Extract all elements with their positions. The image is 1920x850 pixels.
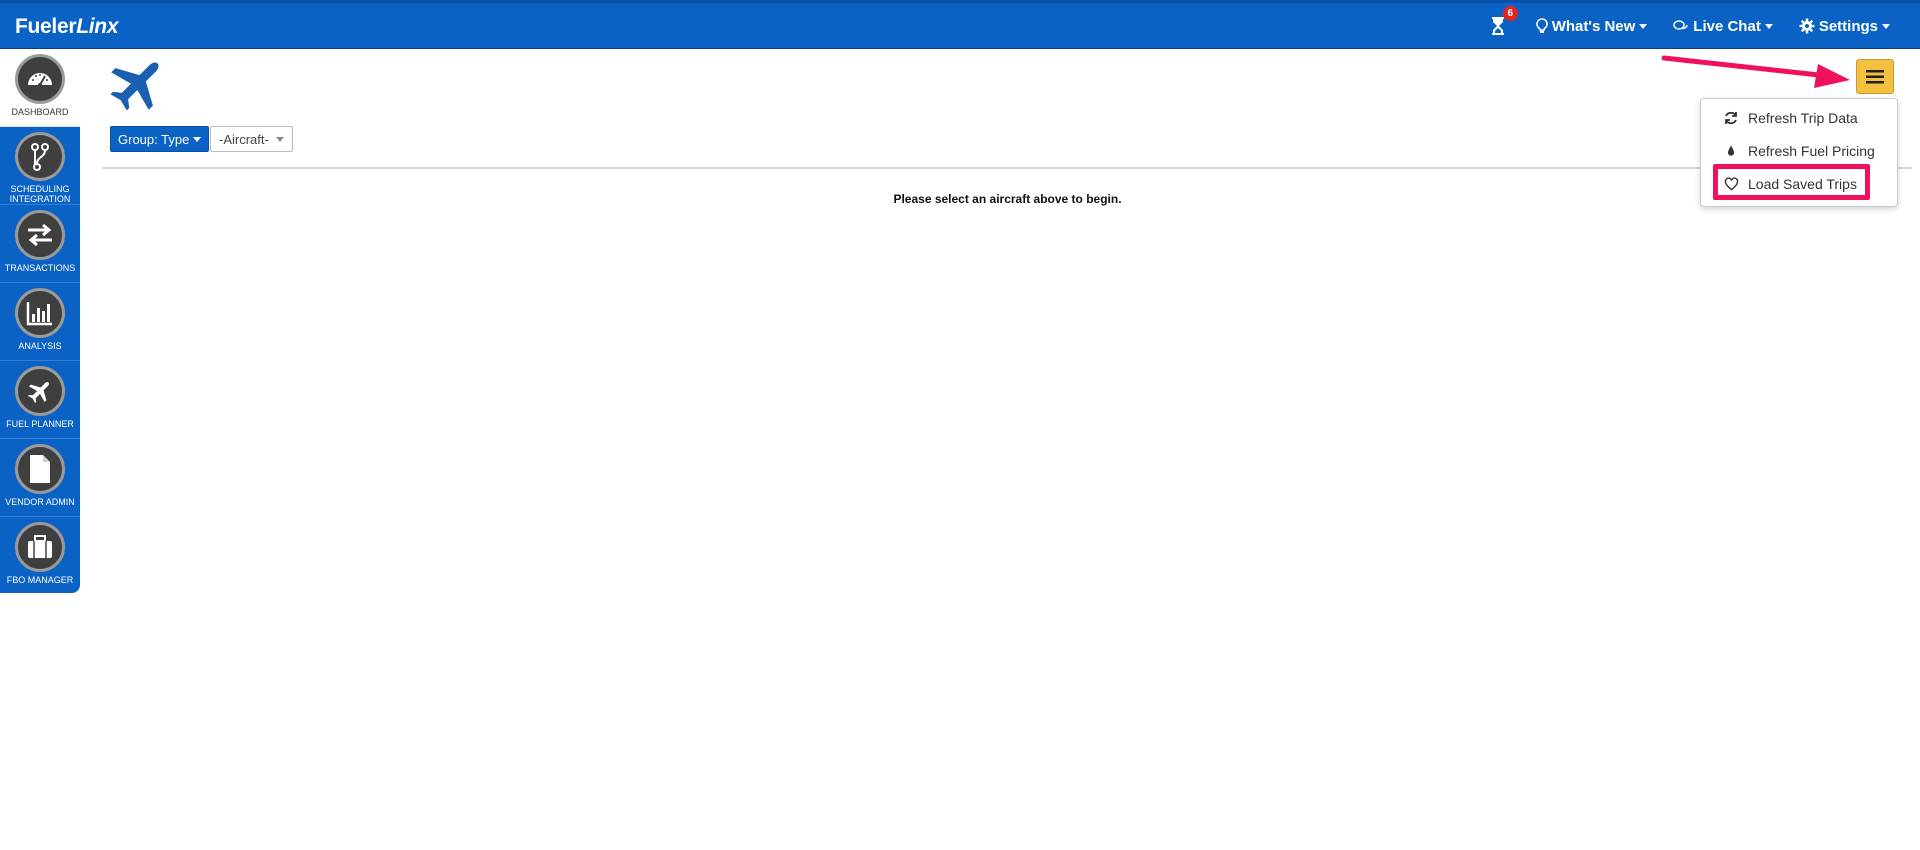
brand-name-plain: Fueler [15, 15, 77, 38]
brand-name-italic: Linx [76, 15, 119, 38]
sidebar-item-fbo-manager[interactable]: FBO MANAGER [0, 517, 80, 595]
annotation-arrow-icon [1661, 55, 1850, 88]
hamburger-icon [1866, 69, 1884, 83]
menu-item-refresh-fuel-pricing[interactable]: Refresh Fuel Pricing [1700, 138, 1898, 164]
sidebar: DASHBOARD SCHEDULING INTEGRATION TRANSAC… [0, 49, 80, 593]
menu-item-label: Refresh Fuel Pricing [1748, 143, 1875, 159]
sidebar-item-fuel-planner[interactable]: FUEL PLANNER [0, 361, 80, 439]
sidebar-item-label: ANALYSIS [18, 341, 62, 351]
chevron-down-icon [193, 136, 202, 142]
sidebar-item-label: FBO MANAGER [6, 575, 74, 585]
document-icon [15, 444, 65, 494]
content-divider [102, 167, 1912, 169]
chevron-down-icon [1639, 23, 1648, 29]
chevron-down-icon [1764, 23, 1773, 29]
sidebar-item-label: TRANSACTIONS [4, 263, 76, 273]
bar-chart-icon [15, 288, 65, 338]
sidebar-item-vendor-admin[interactable]: VENDOR ADMIN [0, 439, 80, 517]
sidebar-item-label: DASHBOARD [11, 107, 69, 117]
dashboard-icon [15, 54, 65, 104]
swap-arrows-icon [15, 210, 65, 260]
menu-item-load-saved-trips[interactable]: Load Saved Trips [1700, 171, 1898, 197]
chevron-down-icon [1882, 23, 1890, 29]
live-chat-menu[interactable]: Live Chat [1673, 18, 1773, 35]
sidebar-item-label: VENDOR ADMIN [5, 497, 75, 507]
group-type-label: Group: Type [118, 131, 190, 147]
sidebar-item-label: FUEL PLANNER [6, 419, 74, 429]
menu-item-label: Refresh Trip Data [1748, 110, 1858, 126]
actions-menu-button[interactable] [1856, 59, 1894, 94]
menu-item-label: Load Saved Trips [1748, 176, 1857, 192]
briefcase-icon [15, 522, 65, 572]
fuel-planner-plane-icon [106, 53, 168, 120]
lightbulb-icon [1535, 18, 1548, 33]
empty-state-message: Please select an aircraft above to begin… [893, 192, 1122, 206]
refresh-icon [1725, 111, 1737, 125]
group-type-dropdown-button[interactable]: Group: Type [110, 126, 210, 152]
live-chat-label: Live Chat [1693, 17, 1761, 35]
notifications-button[interactable]: 6 [1490, 6, 1518, 36]
gear-icon [1799, 18, 1815, 34]
sidebar-item-analysis[interactable]: ANALYSIS [0, 283, 80, 361]
airplane-icon [15, 366, 65, 416]
heart-icon [1724, 177, 1739, 191]
chevron-down-icon [276, 137, 284, 142]
whats-new-menu[interactable]: What's New [1535, 17, 1648, 35]
notification-badge: 6 [1502, 6, 1518, 21]
sidebar-item-dashboard[interactable]: DASHBOARD [0, 49, 80, 127]
menu-item-refresh-trip-data[interactable]: Refresh Trip Data [1700, 105, 1898, 131]
chat-icon [1673, 20, 1688, 30]
settings-menu[interactable]: Settings [1799, 18, 1890, 35]
whats-new-label: What's New [1551, 17, 1636, 35]
aircraft-select[interactable]: -Aircraft- [210, 126, 293, 152]
settings-label: Settings [1818, 17, 1878, 35]
aircraft-select-value: -Aircraft- [219, 131, 269, 147]
top-nav-menu: 6 What's New Live Chat Settings [1464, 3, 1890, 49]
sidebar-item-transactions[interactable]: TRANSACTIONS [0, 205, 80, 283]
droplet-icon [1728, 145, 1734, 156]
hourglass-icon [1491, 17, 1504, 35]
top-navbar: FuelerLinx 6 What's New Live Chat Settin… [0, 0, 1920, 49]
fork-icon [15, 132, 65, 181]
brand-logo[interactable]: FuelerLinx [15, 15, 119, 39]
